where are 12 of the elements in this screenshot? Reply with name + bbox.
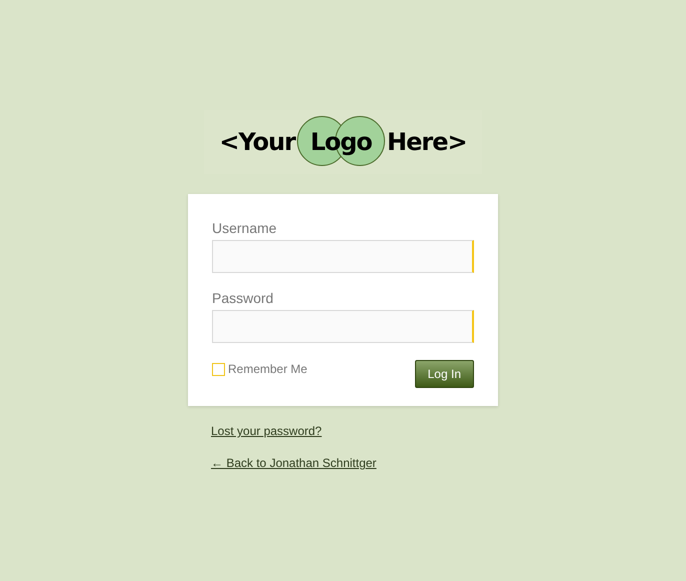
- logo-text: Here>: [387, 128, 467, 156]
- remember-checkbox[interactable]: [212, 362, 225, 376]
- field-label: Username: [212, 220, 278, 236]
- login-button[interactable]: Log In: [414, 360, 474, 388]
- logo-text: <Your: [219, 128, 296, 156]
- remember-label: Remember Me: [228, 362, 308, 376]
- logo-word: Logo: [297, 115, 386, 169]
- input-field[interactable]: [212, 240, 474, 273]
- back-link[interactable]: ← Back to Jonathan Schnittger: [211, 456, 376, 470]
- lost-password-link[interactable]: Lost your password?: [211, 424, 322, 438]
- input-field[interactable]: [212, 310, 474, 343]
- field-label: Password: [212, 290, 274, 306]
